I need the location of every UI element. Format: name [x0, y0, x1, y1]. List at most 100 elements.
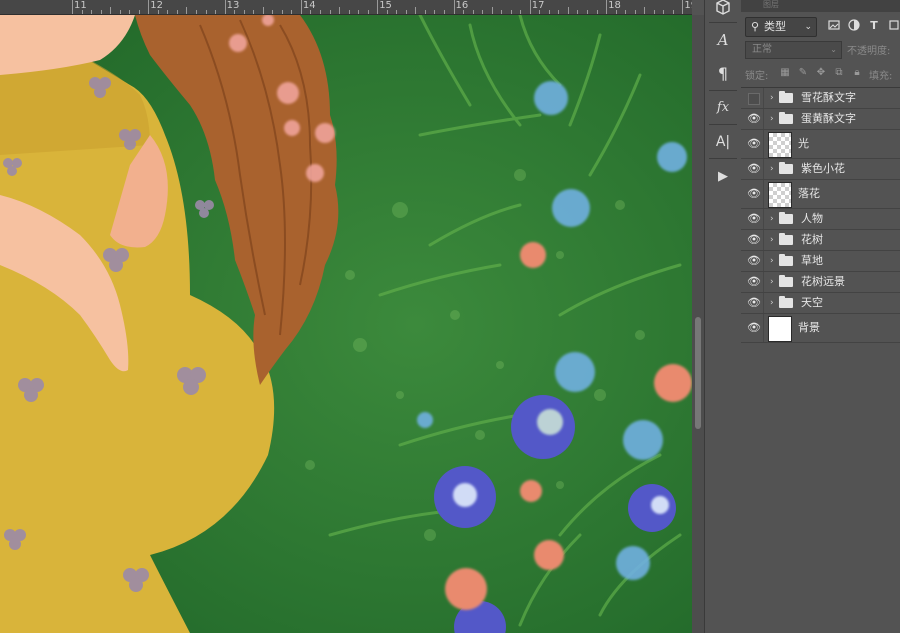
- visibility-toggle[interactable]: [748, 93, 760, 105]
- lock-position-icon[interactable]: ✥: [815, 67, 827, 79]
- layer-name[interactable]: 紫色小花: [801, 162, 845, 176]
- layer-name[interactable]: 光: [798, 137, 809, 151]
- ruler-minor-tick: [176, 10, 178, 14]
- ruler-minor-tick: [138, 10, 140, 14]
- expand-arrow-icon[interactable]: ›: [770, 213, 774, 225]
- layer-name[interactable]: 蛋黄酥文字: [801, 112, 856, 126]
- layer-row[interactable]: 👁︎ 背景: [741, 314, 900, 343]
- layer-name[interactable]: 花树远景: [801, 275, 845, 289]
- expand-arrow-icon[interactable]: ›: [770, 234, 774, 246]
- layer-row[interactable]: 👁︎ › 花树: [741, 230, 900, 251]
- lock-all-icon[interactable]: 🔒︎: [851, 67, 863, 79]
- layer-row[interactable]: 👁︎ › 天空: [741, 293, 900, 314]
- ruler-minor-tick: [129, 10, 131, 14]
- ruler-minor-tick: [195, 10, 197, 14]
- folder-icon: [779, 296, 793, 308]
- layer-row[interactable]: 👁︎ › 人物: [741, 209, 900, 230]
- ruler-minor-tick: [653, 10, 655, 14]
- panel-tab-bar: 图层: [741, 0, 900, 12]
- blend-mode-select[interactable]: 正常 ⌄: [745, 41, 842, 59]
- ruler-minor-tick: [91, 10, 93, 14]
- adjustment-filter-icon[interactable]: [847, 19, 861, 33]
- pixel-filter-icon[interactable]: [827, 19, 841, 33]
- ruler-minor-tick: [405, 10, 407, 14]
- expand-arrow-icon[interactable]: ›: [770, 276, 774, 288]
- fx-icon[interactable]: fx: [711, 96, 735, 120]
- lock-transparent-icon[interactable]: ▦: [779, 67, 791, 79]
- panel-tab-label[interactable]: 图层: [763, 0, 779, 10]
- ruler-minor-tick: [644, 7, 646, 14]
- ruler-minor-tick: [119, 10, 121, 14]
- layer-list: › 雪花酥文字 👁︎ › 蛋黄酥文字 👁︎ 光 👁︎ › 紫色小花 👁︎ 落花 👁︎ › 人物 👁︎ › 花树 👁︎…: [741, 87, 900, 343]
- ruler-minor-tick: [510, 10, 512, 14]
- ruler-minor-tick: [501, 10, 503, 14]
- layer-divider: [763, 88, 764, 108]
- layer-divider: [763, 272, 764, 292]
- eye-icon[interactable]: 👁︎: [747, 213, 761, 225]
- character-icon[interactable]: A: [711, 28, 735, 52]
- ruler-number: 18: [608, 0, 621, 11]
- layer-divider: [763, 109, 764, 129]
- expand-arrow-icon[interactable]: ›: [770, 297, 774, 309]
- ruler-minor-tick: [291, 10, 293, 14]
- eye-icon[interactable]: 👁︎: [747, 322, 761, 334]
- folder-icon: [779, 212, 793, 224]
- layer-name[interactable]: 草地: [801, 254, 823, 268]
- layer-thumbnail[interactable]: [768, 182, 792, 208]
- layer-name[interactable]: 人物: [801, 212, 823, 226]
- ruler-minor-tick: [329, 10, 331, 14]
- ruler-number: 11: [74, 0, 87, 11]
- layer-name[interactable]: 天空: [801, 296, 823, 310]
- expand-arrow-icon[interactable]: ›: [770, 113, 774, 125]
- layer-name[interactable]: 背景: [798, 321, 820, 335]
- ruler-number: 13: [226, 0, 240, 11]
- eye-icon[interactable]: 👁︎: [747, 234, 761, 246]
- ruler-minor-tick: [558, 10, 560, 14]
- eye-icon[interactable]: 👁︎: [747, 138, 761, 150]
- layer-row[interactable]: 👁︎ › 花树远景: [741, 272, 900, 293]
- layer-row[interactable]: 👁︎ › 紫色小花: [741, 159, 900, 180]
- glyph-icon[interactable]: A|: [711, 130, 735, 154]
- ruler-minor-tick: [672, 10, 674, 14]
- expand-arrow-icon[interactable]: ›: [770, 255, 774, 267]
- expand-arrow-icon[interactable]: ›: [770, 163, 774, 175]
- ruler-minor-tick: [281, 10, 283, 14]
- ruler-minor-tick: [491, 7, 493, 14]
- layer-name[interactable]: 落花: [798, 187, 820, 201]
- vertical-scrollbar[interactable]: [692, 15, 704, 633]
- eye-icon[interactable]: 👁︎: [747, 163, 761, 175]
- expand-arrow-icon[interactable]: ›: [770, 92, 774, 104]
- layer-name[interactable]: 花树: [801, 233, 823, 247]
- type-filter-icon[interactable]: T: [867, 19, 881, 33]
- layer-filter-select[interactable]: ⚲ 类型 ⌄: [745, 17, 817, 37]
- layer-row[interactable]: › 雪花酥文字: [741, 88, 900, 109]
- layer-row[interactable]: 👁︎ 落花: [741, 180, 900, 209]
- document-canvas[interactable]: [0, 15, 692, 633]
- eye-icon[interactable]: 👁︎: [747, 188, 761, 200]
- folder-icon: [779, 254, 793, 266]
- eye-icon[interactable]: 👁︎: [747, 276, 761, 288]
- scrollbar-thumb[interactable]: [695, 317, 701, 429]
- layer-thumbnail[interactable]: [768, 132, 792, 158]
- layer-divider: [763, 293, 764, 313]
- layer-divider: [763, 130, 764, 158]
- ruler-minor-tick: [424, 10, 426, 14]
- layer-divider: [763, 314, 764, 342]
- play-icon[interactable]: ▶: [711, 165, 735, 189]
- layer-row[interactable]: 👁︎ › 草地: [741, 251, 900, 272]
- eye-icon[interactable]: 👁︎: [747, 297, 761, 309]
- layer-name[interactable]: 雪花酥文字: [801, 91, 856, 105]
- ruler-minor-tick: [367, 10, 369, 14]
- layer-row[interactable]: 👁︎ › 蛋黄酥文字: [741, 109, 900, 130]
- paragraph-icon[interactable]: ¶: [711, 62, 735, 86]
- 3d-cube-icon[interactable]: [711, 0, 735, 22]
- eye-icon[interactable]: 👁︎: [747, 113, 761, 125]
- lock-artboard-icon[interactable]: ⧉: [833, 67, 845, 79]
- ruler-major-tick: [682, 0, 684, 14]
- lock-image-icon[interactable]: ✎: [797, 67, 809, 79]
- panel-icon-strip: A ¶ fx A| ▶: [704, 0, 742, 633]
- eye-icon[interactable]: 👁︎: [747, 255, 761, 267]
- shape-filter-icon[interactable]: [887, 19, 900, 33]
- layer-row[interactable]: 👁︎ 光: [741, 130, 900, 159]
- layer-thumbnail[interactable]: [768, 316, 792, 342]
